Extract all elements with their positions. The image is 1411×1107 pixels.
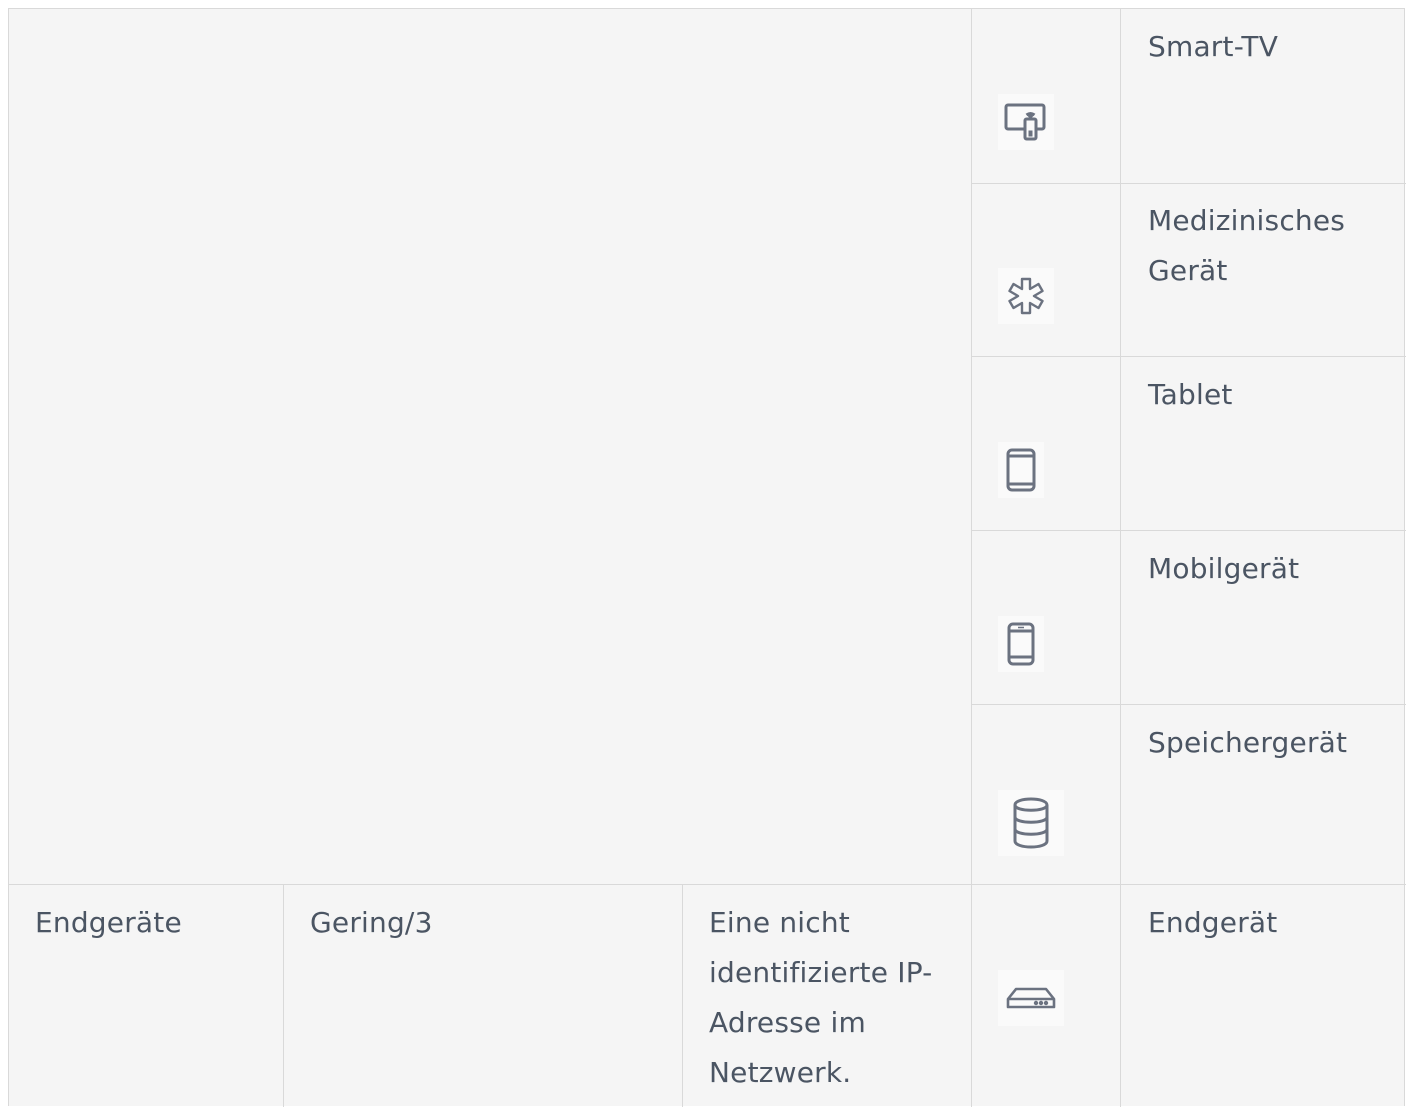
row-divider: [971, 356, 1406, 357]
device-type-label: Tablet: [1148, 378, 1233, 411]
device-type-label: Smart-TV: [1148, 30, 1279, 63]
device-type-label: Endgerät: [1148, 906, 1278, 939]
column-divider: [283, 884, 284, 1107]
device-type-label: Speichergerät: [1148, 726, 1348, 759]
device-type-label: Medizinisches Gerät: [1148, 204, 1346, 287]
tablet-icon: [998, 442, 1044, 498]
mobile-device-icon: [998, 616, 1044, 672]
column-divider: [682, 884, 683, 1107]
row-divider: [971, 704, 1406, 705]
medical-device-icon: [998, 268, 1054, 324]
device-types-table: Smart-TV Medizinisches Gerät Tablet Mobi…: [8, 8, 1406, 1107]
column-divider: [1120, 9, 1121, 1107]
row-divider: [971, 183, 1406, 184]
smart-tv-icon: [998, 94, 1054, 150]
category-label: Endgeräte: [35, 906, 182, 939]
description: Eine nicht identifizierte IP-Adresse im …: [709, 906, 933, 1089]
column-divider: [971, 9, 972, 1107]
device-type-label: Mobilgerät: [1148, 552, 1300, 585]
endpoint-device-icon: [998, 970, 1064, 1026]
row-divider: [9, 884, 1406, 885]
storage-device-icon: [998, 790, 1064, 856]
risk-level: Gering/3: [310, 906, 433, 939]
row-divider: [971, 530, 1406, 531]
